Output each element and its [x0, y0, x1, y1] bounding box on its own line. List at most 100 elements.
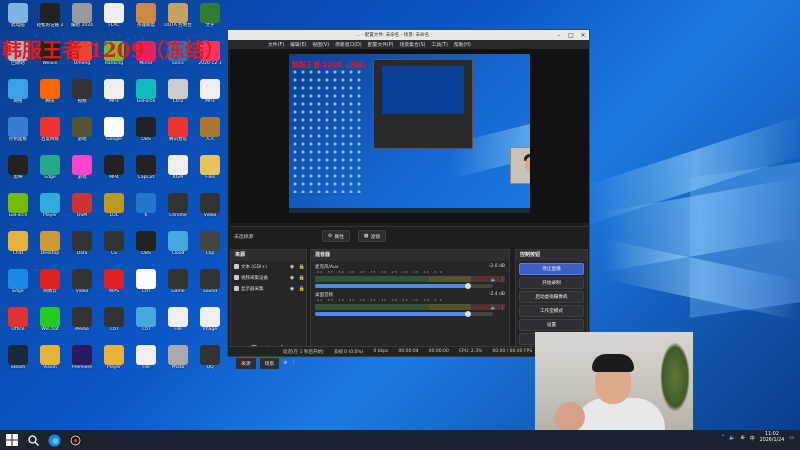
desktop-icon[interactable]: CS: [98, 231, 130, 265]
clock[interactable]: 11:02 2026/1/24: [760, 432, 785, 444]
minimize-icon[interactable]: –: [553, 32, 565, 39]
network-icon[interactable]: ⊕: [740, 435, 744, 441]
control-button[interactable]: 设置: [519, 319, 584, 331]
desktop-icon[interactable]: Sound: [194, 269, 226, 303]
volume-slider-knob[interactable]: [465, 311, 472, 317]
desktop-icon[interactable]: Player: [98, 345, 130, 379]
desktop-icon[interactable]: Chat: [2, 231, 34, 265]
desktop-icon[interactable]: OBS: [130, 231, 162, 265]
eye-icon[interactable]: ◉: [288, 275, 296, 281]
desktop-icon[interactable]: Media: [66, 307, 98, 341]
obs-preview[interactable]: 韩服王者 1209（冻结）: [230, 49, 589, 223]
menu-item[interactable]: 配置文件(P): [368, 41, 394, 48]
control-button[interactable]: 启动虚拟摄像机: [519, 291, 584, 303]
source-item[interactable]: 显示器采集 ◉ 🔒: [231, 283, 306, 294]
desktop-icon[interactable]: 人人: [194, 117, 226, 151]
desktop-icon[interactable]: 腾讯: [34, 79, 66, 113]
desktop-icon[interactable]: 网络: [2, 79, 34, 113]
properties-button[interactable]: ⚙ 属性: [322, 230, 350, 242]
eye-icon[interactable]: ◉: [288, 286, 296, 292]
scene-settings-icon[interactable]: ⚙: [283, 361, 287, 366]
search-icon[interactable]: [24, 431, 42, 449]
desktop-icon[interactable]: Edge: [2, 269, 34, 303]
desktop-icon[interactable]: DOTA 控制台: [162, 3, 194, 37]
menu-item[interactable]: 帮助(H): [454, 41, 471, 48]
menu-item[interactable]: 视图(V): [312, 41, 329, 48]
speaker-icon[interactable]: 🔈: [729, 435, 735, 441]
scene-more-icon[interactable]: ⋮: [292, 361, 297, 366]
desktop-icon[interactable]: KGM: [162, 155, 194, 189]
speaker-icon[interactable]: 🔈: [491, 305, 497, 311]
desktop-icon[interactable]: Photo: [162, 345, 194, 379]
source-item[interactable]: 文本 (GDI+) ◉ 🔒: [231, 261, 306, 272]
desktop-icon[interactable]: Files: [194, 155, 226, 189]
control-button[interactable]: 停止直播: [519, 263, 584, 275]
desktop-icon[interactable]: MP3: [98, 79, 130, 113]
more-options-icon[interactable]: ⋮: [500, 305, 505, 311]
desktop-icon[interactable]: 视频: [66, 79, 98, 113]
desktop-icon[interactable]: Chrome: [162, 193, 194, 227]
obs-window[interactable]: … - 配置文件: 未命名 - 场景: 未命名 – □ ✕ 文件(F) 编辑(E)…: [227, 29, 591, 369]
desktop-icon[interactable]: 剪映: [2, 155, 34, 189]
menu-item[interactable]: 工具(T): [432, 41, 448, 48]
desktop-icon[interactable]: 百度网盘: [34, 117, 66, 151]
desktop-icon[interactable]: GeForce: [2, 193, 34, 227]
menu-item[interactable]: 场景集合(S): [400, 41, 426, 48]
obs-icon[interactable]: [66, 431, 84, 449]
desktop-icon[interactable]: Google: [98, 117, 130, 151]
desktop-icon[interactable]: Image: [194, 307, 226, 341]
desktop-icon[interactable]: Vision: [34, 345, 66, 379]
desktop-icon[interactable]: OSM: [66, 193, 98, 227]
desktop-icon[interactable]: 腾讯会议: [162, 117, 194, 151]
desktop-icon[interactable]: Ctrl: [130, 307, 162, 341]
desktop-icon[interactable]: FLAC: [98, 3, 130, 37]
lock-icon[interactable]: 🔒: [298, 275, 306, 281]
desktop-icon[interactable]: MP4: [98, 155, 130, 189]
lock-icon[interactable]: 🔒: [298, 264, 306, 270]
menu-item[interactable]: 停靠窗口(D): [335, 41, 362, 48]
desktop-icon[interactable]: Desktop: [34, 231, 66, 265]
desktop-icon[interactable]: 游戏: [66, 155, 98, 189]
tab-scenes[interactable]: 场景: [259, 358, 280, 369]
desktop-icon[interactable]: File: [130, 345, 162, 379]
input-method-icon[interactable]: 中: [750, 435, 755, 442]
eye-icon[interactable]: ◉: [288, 264, 296, 270]
desktop-icon[interactable]: Game: [162, 269, 194, 303]
volume-slider[interactable]: [315, 311, 493, 317]
speaker-icon[interactable]: 🔈: [491, 277, 497, 283]
lock-icon[interactable]: 🔒: [298, 286, 306, 292]
desktop-icon[interactable]: 文字: [194, 3, 226, 37]
desktop-icon[interactable]: QQ: [194, 345, 226, 379]
desktop-icon[interactable]: Premiere: [66, 345, 98, 379]
desktop-icon[interactable]: OBS: [130, 117, 162, 151]
desktop-icon[interactable]: K: [130, 193, 162, 227]
desktop-icon[interactable]: Ctrl: [98, 307, 130, 341]
desktop-icon[interactable]: GeForce: [130, 79, 162, 113]
tab-sources[interactable]: 来源: [236, 358, 256, 369]
close-icon[interactable]: ✕: [577, 32, 589, 39]
desktop-icon[interactable]: Office: [2, 307, 34, 341]
desktop-icon[interactable]: CapCut: [130, 155, 162, 189]
desktop-icon[interactable]: Clip: [194, 231, 226, 265]
desktop-icon[interactable]: Video: [194, 193, 226, 227]
control-button[interactable]: 开始录制: [519, 277, 584, 289]
desktop-icon[interactable]: Ctrl: [130, 269, 162, 303]
chevron-up-icon[interactable]: ˄: [722, 435, 725, 441]
windows-start-icon[interactable]: [3, 431, 21, 449]
desktop-icon[interactable]: LOL: [98, 193, 130, 227]
desktop-icon[interactable]: 轻松的记账 2: [34, 3, 66, 37]
desktop-icon[interactable]: 网易云: [34, 269, 66, 303]
desktop-icon[interactable]: File: [162, 307, 194, 341]
desktop-icon[interactable]: Cloud: [162, 231, 194, 265]
desktop-icon[interactable]: Player: [34, 193, 66, 227]
filters-button[interactable]: ▦ 滤镜: [357, 230, 387, 242]
desktop-icon[interactable]: 英雄联盟: [130, 3, 162, 37]
menu-item[interactable]: 编辑(E): [290, 41, 306, 48]
obs-titlebar[interactable]: … - 配置文件: 未命名 - 场景: 未命名 – □ ✕: [228, 30, 589, 40]
desktop-icon[interactable]: 此电脑: [2, 3, 34, 37]
more-options-icon[interactable]: ⋮: [500, 277, 505, 283]
notification-icon[interactable]: ▭: [789, 435, 794, 441]
desktop-icon[interactable]: Video: [66, 269, 98, 303]
maximize-icon[interactable]: □: [565, 32, 577, 39]
desktop-icon[interactable]: Ctrl2: [162, 79, 194, 113]
